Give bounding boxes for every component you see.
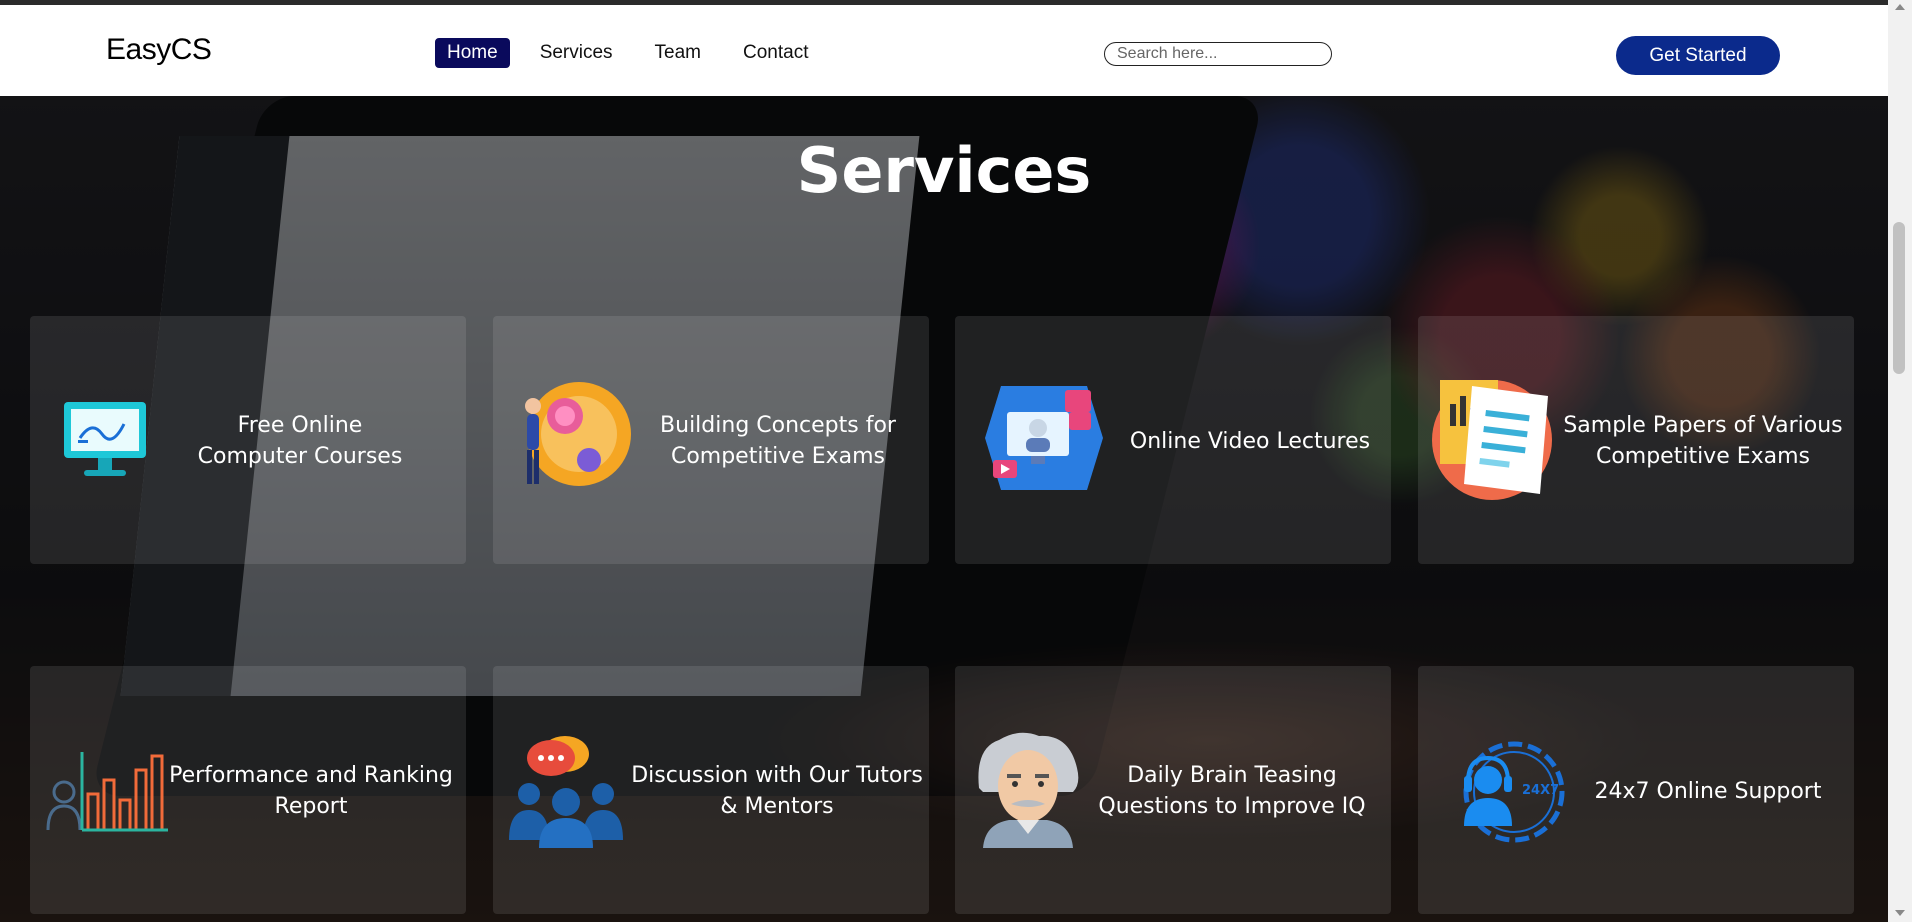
nav-links: Home Services Team Contact bbox=[435, 38, 839, 68]
service-card-label: Sample Papers of Various Competitive Exa… bbox=[1563, 413, 1843, 469]
service-card[interactable]: Daily Brain Teasing Questions to Improve… bbox=[955, 666, 1391, 914]
scroll-down-arrow-icon[interactable] bbox=[1895, 910, 1905, 916]
service-card[interactable]: 24X7 24x7 Online Support bbox=[1418, 666, 1854, 914]
support-24x7-text: 24X7 bbox=[1522, 783, 1559, 798]
nav-link-services[interactable]: Services bbox=[528, 38, 625, 68]
service-card[interactable]: Sample Papers of Various Competitive Exa… bbox=[1418, 316, 1854, 564]
service-card[interactable]: Discussion with Our Tutors & Mentors bbox=[493, 666, 929, 914]
get-started-button[interactable]: Get Started bbox=[1616, 36, 1780, 75]
scrollbar[interactable] bbox=[1888, 0, 1912, 922]
service-card[interactable]: Online Video Lectures bbox=[955, 316, 1391, 564]
service-card[interactable]: Free Online Computer Courses bbox=[30, 316, 466, 564]
support-headset-icon: 24X7 bbox=[1454, 736, 1570, 852]
service-card-label: Online Video Lectures bbox=[1129, 429, 1371, 454]
service-card[interactable]: Performance and Ranking Report bbox=[30, 666, 466, 914]
service-card-label: Discussion with Our Tutors & Mentors bbox=[631, 763, 923, 819]
service-card-label: Free Online Computer Courses bbox=[197, 413, 403, 469]
ranking-chart-icon bbox=[42, 750, 170, 836]
discussion-group-icon bbox=[507, 732, 625, 854]
nav-link-home[interactable]: Home bbox=[435, 38, 510, 68]
nav-link-contact[interactable]: Contact bbox=[731, 38, 820, 68]
service-card-label: Building Concepts for Competitive Exams bbox=[660, 413, 896, 469]
video-lecture-icon bbox=[981, 376, 1107, 504]
service-card-label: Performance and Ranking Report bbox=[169, 763, 453, 819]
service-card-label: Daily Brain Teasing Questions to Improve… bbox=[1098, 763, 1366, 819]
computer-monitor-icon bbox=[62, 400, 148, 484]
einstein-icon bbox=[969, 728, 1087, 852]
nav-link-team[interactable]: Team bbox=[643, 38, 713, 68]
sample-papers-icon bbox=[1428, 374, 1558, 506]
services-title: Services bbox=[796, 134, 1092, 207]
scroll-up-arrow-icon[interactable] bbox=[1895, 4, 1905, 10]
service-card[interactable]: Building Concepts for Competitive Exams bbox=[493, 316, 929, 564]
search-input[interactable] bbox=[1104, 42, 1332, 66]
scroll-thumb[interactable] bbox=[1893, 222, 1905, 374]
logo[interactable]: EasyCS bbox=[106, 33, 212, 67]
service-card-label: 24x7 Online Support bbox=[1594, 779, 1822, 804]
navbar: EasyCS Home Services Team Contact Get St… bbox=[0, 5, 1888, 96]
brain-idea-icon bbox=[505, 374, 631, 502]
